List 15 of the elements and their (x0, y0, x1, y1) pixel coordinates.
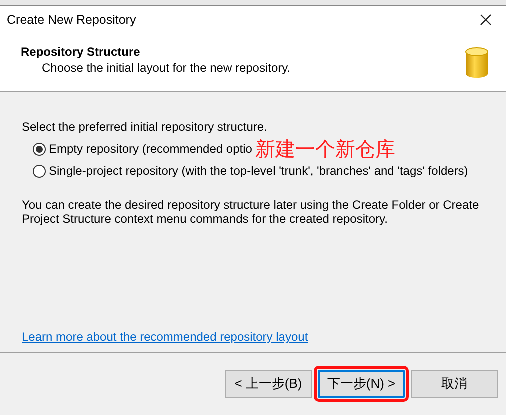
radio-button[interactable] (33, 142, 46, 156)
annotation-text: 新建一个新仓库 (255, 138, 396, 162)
instruction-text: Select the preferred initial repository structure. (22, 120, 268, 134)
close-icon[interactable] (480, 14, 492, 26)
radio-button[interactable] (33, 164, 46, 178)
page-subtitle: Choose the initial layout for the new repository. (41, 60, 291, 74)
wizard-button[interactable]: 取消 (411, 370, 498, 398)
note-text: You can create the desired repository structure later using the Create Folder or Create Project Structure context menu commands for the created repository. (22, 198, 480, 226)
wizard-button[interactable]: < 上一步(B) (225, 370, 312, 398)
help-link[interactable]: Learn more about the recommended repository layout (22, 330, 308, 344)
window-title: Create New Repository (7, 13, 136, 27)
database-icon (465, 46, 489, 78)
option-label[interactable]: Single-project repository (with the top-level 'trunk', 'branches' and 'tags' folders) (49, 164, 468, 178)
option-label[interactable]: Empty repository (recommended optio (49, 142, 252, 156)
page-title: Repository Structure (21, 44, 142, 58)
